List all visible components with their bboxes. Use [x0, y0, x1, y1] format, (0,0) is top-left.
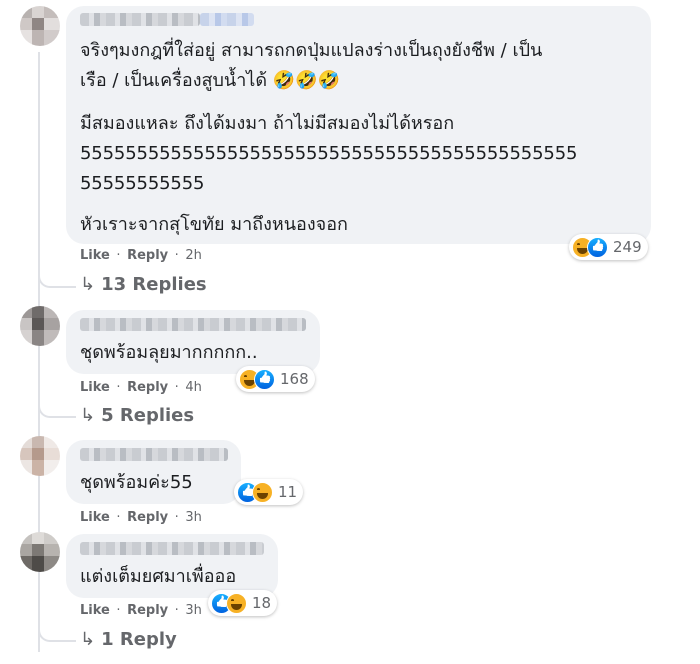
separator: · [174, 380, 179, 395]
author-name[interactable] [80, 448, 228, 461]
comment-text: ชุดพร้อมลุยมากกกกก.. [80, 342, 258, 363]
reply-arrow-icon: ↳ [80, 274, 96, 295]
comment-text: 55555555555 [80, 173, 205, 194]
separator: · [116, 603, 121, 618]
comment-text: เรือ / เป็นเครื่องสูบน้ำได้ 🤣🤣🤣 [80, 70, 341, 91]
comment-text: 5555555555555555555555555555555555555555… [80, 143, 578, 164]
author-name[interactable] [80, 318, 306, 331]
comment-text: จริงๆมงกฎที่ใส่อยู่ สามารถกดปุ่มแปลงร่าง… [80, 40, 543, 61]
reaction-summary[interactable]: 18 [208, 590, 278, 616]
reply-arrow-icon: ↳ [80, 629, 96, 650]
haha-reaction-icon [252, 481, 273, 503]
comment-text: ชุดพร้อมค่ะ55 [80, 472, 193, 493]
view-replies-link[interactable]: ↳ 13 Replies [80, 274, 207, 295]
separator: · [174, 248, 179, 263]
comment-bubble: จริงๆมงกฎที่ใส่อยู่ สามารถกดปุ่มแปลงร่าง… [66, 6, 651, 244]
reply-link[interactable]: Reply [127, 510, 168, 525]
reaction-summary[interactable]: 249 [569, 234, 648, 260]
view-replies-link[interactable]: ↳ 5 Replies [80, 405, 194, 426]
like-link[interactable]: Like [80, 510, 110, 525]
reaction-count: 168 [280, 370, 309, 388]
thread-connector [38, 390, 76, 418]
comment-bubble: ชุดพร้อมลุยมากกกกก.. [66, 310, 320, 374]
like-link[interactable]: Like [80, 603, 110, 618]
avatar[interactable] [20, 436, 60, 476]
author-name[interactable] [80, 13, 200, 26]
timestamp[interactable]: 2h [185, 248, 202, 263]
separator: · [116, 380, 121, 395]
replies-count-label: 5 Replies [101, 405, 195, 426]
haha-reaction-icon [226, 592, 247, 614]
reaction-count: 11 [278, 483, 298, 501]
comment-text: แต่งเต็มยศมาเพื่อออ [80, 566, 237, 587]
like-reaction-icon [254, 368, 275, 390]
separator: · [116, 510, 121, 525]
reply-link[interactable]: Reply [127, 248, 168, 263]
author-name[interactable] [80, 542, 264, 555]
avatar[interactable] [20, 532, 60, 572]
comment-bubble: ชุดพร้อมค่ะ55 [66, 440, 241, 504]
separator: · [174, 510, 179, 525]
thread-connector [38, 614, 76, 642]
avatar[interactable] [20, 306, 60, 346]
comment-actions: Like · Reply · 4h [80, 380, 202, 395]
replies-count-label: 13 Replies [101, 274, 207, 295]
replies-count-label: 1 Reply [101, 629, 177, 650]
timestamp[interactable]: 3h [185, 510, 202, 525]
reaction-count: 18 [252, 594, 272, 612]
comment-actions: Like · Reply · 2h [80, 248, 202, 263]
reaction-summary[interactable]: 168 [236, 366, 315, 392]
like-link[interactable]: Like [80, 380, 110, 395]
like-reaction-icon [587, 236, 608, 258]
reply-link[interactable]: Reply [127, 380, 168, 395]
timestamp[interactable]: 3h [185, 603, 202, 618]
comment-text: หัวเราะจากสุโขทัย มาถึงหนองจอก [80, 214, 348, 235]
reply-link[interactable]: Reply [127, 603, 168, 618]
thread-connector [38, 260, 76, 288]
timestamp[interactable]: 4h [185, 380, 202, 395]
reaction-summary[interactable]: 11 [234, 479, 304, 505]
author-name[interactable] [200, 13, 254, 26]
comment-actions: Like · Reply · 3h [80, 603, 202, 618]
reaction-count: 249 [613, 238, 642, 256]
separator: · [116, 248, 121, 263]
separator: · [174, 603, 179, 618]
avatar[interactable] [20, 6, 60, 46]
comment-actions: Like · Reply · 3h [80, 510, 202, 525]
like-link[interactable]: Like [80, 248, 110, 263]
comment-bubble: แต่งเต็มยศมาเพื่อออ [66, 534, 278, 598]
view-replies-link[interactable]: ↳ 1 Reply [80, 629, 177, 650]
comment-text: มีสมองแหละ ถึงได้มงมา ถ้าไม่มีสมองไม่ได้… [80, 113, 455, 134]
reply-arrow-icon: ↳ [80, 405, 96, 426]
